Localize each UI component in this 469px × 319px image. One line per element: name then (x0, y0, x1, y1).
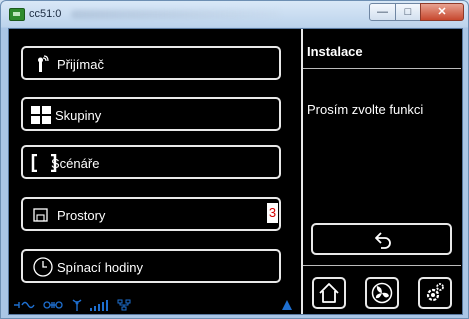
gears-icon (426, 283, 444, 302)
title-bar[interactable]: cc51:0 — □ ✕ (1, 1, 468, 29)
room-icon (33, 208, 48, 222)
menu-button-receiver[interactable]: Přijímač (21, 46, 281, 80)
panel-hint: Prosím zvolte funkci (307, 102, 424, 117)
blurred-title-text (71, 10, 281, 19)
home-icon (319, 283, 339, 303)
bottom-divider (303, 265, 461, 266)
groups-grid-icon (31, 106, 51, 124)
back-arrow-icon (375, 232, 391, 249)
bus-icon (14, 301, 35, 309)
rooms-count-badge: 3 (267, 203, 278, 223)
close-button[interactable]: ✕ (420, 3, 464, 21)
menu-label-scenes: Scénáře (51, 156, 100, 171)
app-client-area: Přijímač Skupiny Scénáře Prostory 3 Spín… (8, 28, 463, 315)
status-bar (9, 297, 299, 314)
menu-button-rooms[interactable]: Prostory 3 (21, 197, 281, 231)
receiver-icon (38, 55, 49, 72)
title-divider (303, 68, 461, 69)
network-icon (117, 299, 131, 311)
fan-icon (371, 282, 393, 304)
antenna-icon (72, 299, 82, 311)
menu-label-groups: Skupiny (55, 108, 102, 123)
panel-title: Instalace (307, 44, 363, 59)
window-title: cc51:0 (29, 8, 62, 20)
settings-button[interactable] (418, 277, 452, 309)
link-icon (43, 301, 63, 309)
info-panel: Instalace Prosím zvolte funkci (303, 29, 461, 314)
warning-triangle-icon[interactable] (281, 299, 293, 311)
menu-button-scenes[interactable]: Scénáře (21, 145, 281, 179)
home-button[interactable] (312, 277, 346, 309)
clock-icon (33, 257, 53, 277)
fan-button[interactable] (365, 277, 399, 309)
menu-button-groups[interactable]: Skupiny (21, 97, 281, 131)
menu-label-receiver: Přijímač (57, 57, 104, 72)
menu-label-rooms: Prostory (57, 208, 106, 223)
menu-label-timer: Spínací hodiny (57, 260, 144, 275)
menu-panel: Přijímač Skupiny Scénáře Prostory 3 Spín… (9, 29, 299, 314)
app-window: cc51:0 — □ ✕ Přijímač Skupiny Scénáře Pr… (0, 0, 469, 319)
menu-button-timer[interactable]: Spínací hodiny (21, 249, 281, 283)
signal-bars-icon (90, 300, 108, 311)
minimize-button[interactable]: — (369, 3, 396, 21)
maximize-button[interactable]: □ (395, 3, 421, 21)
app-icon (9, 8, 25, 21)
back-button[interactable] (311, 223, 452, 255)
